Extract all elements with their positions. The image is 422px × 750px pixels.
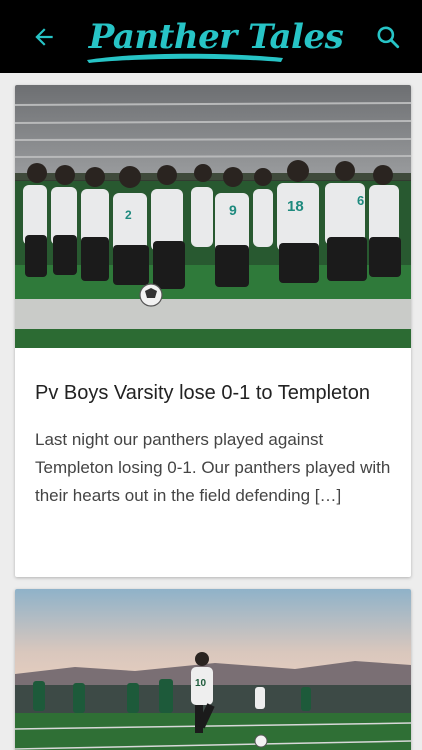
svg-text:2: 2	[125, 208, 132, 222]
post-body: Pv Boys Varsity lose 0-1 to Templeton La…	[15, 381, 411, 510]
search-button[interactable]	[368, 17, 408, 57]
post-title[interactable]: Pv Boys Varsity lose 0-1 to Templeton	[35, 381, 391, 406]
team-huddle-photo: 9 18 6 2	[15, 85, 411, 348]
svg-text:6: 6	[357, 193, 364, 208]
post-excerpt: Last night our panthers played against T…	[35, 430, 391, 505]
soccer-match-photo: 10	[15, 589, 411, 750]
svg-text:10: 10	[195, 678, 207, 689]
app-logo: Panther Tales	[86, 20, 344, 63]
back-button[interactable]	[24, 17, 64, 57]
arrow-left-icon	[35, 27, 53, 46]
logo-swoosh	[86, 53, 283, 63]
post-card[interactable]: 10	[15, 589, 411, 750]
search-icon	[377, 25, 400, 48]
post-card[interactable]: 9 18 6 2 Pv Boys Varsity lose 0-1 to Tem…	[15, 85, 411, 577]
svg-text:18: 18	[287, 198, 304, 215]
app-bar: Panther Tales	[0, 0, 422, 73]
post-feed: 9 18 6 2 Pv Boys Varsity lose 0-1 to Tem…	[0, 73, 422, 750]
svg-text:9: 9	[229, 202, 237, 218]
